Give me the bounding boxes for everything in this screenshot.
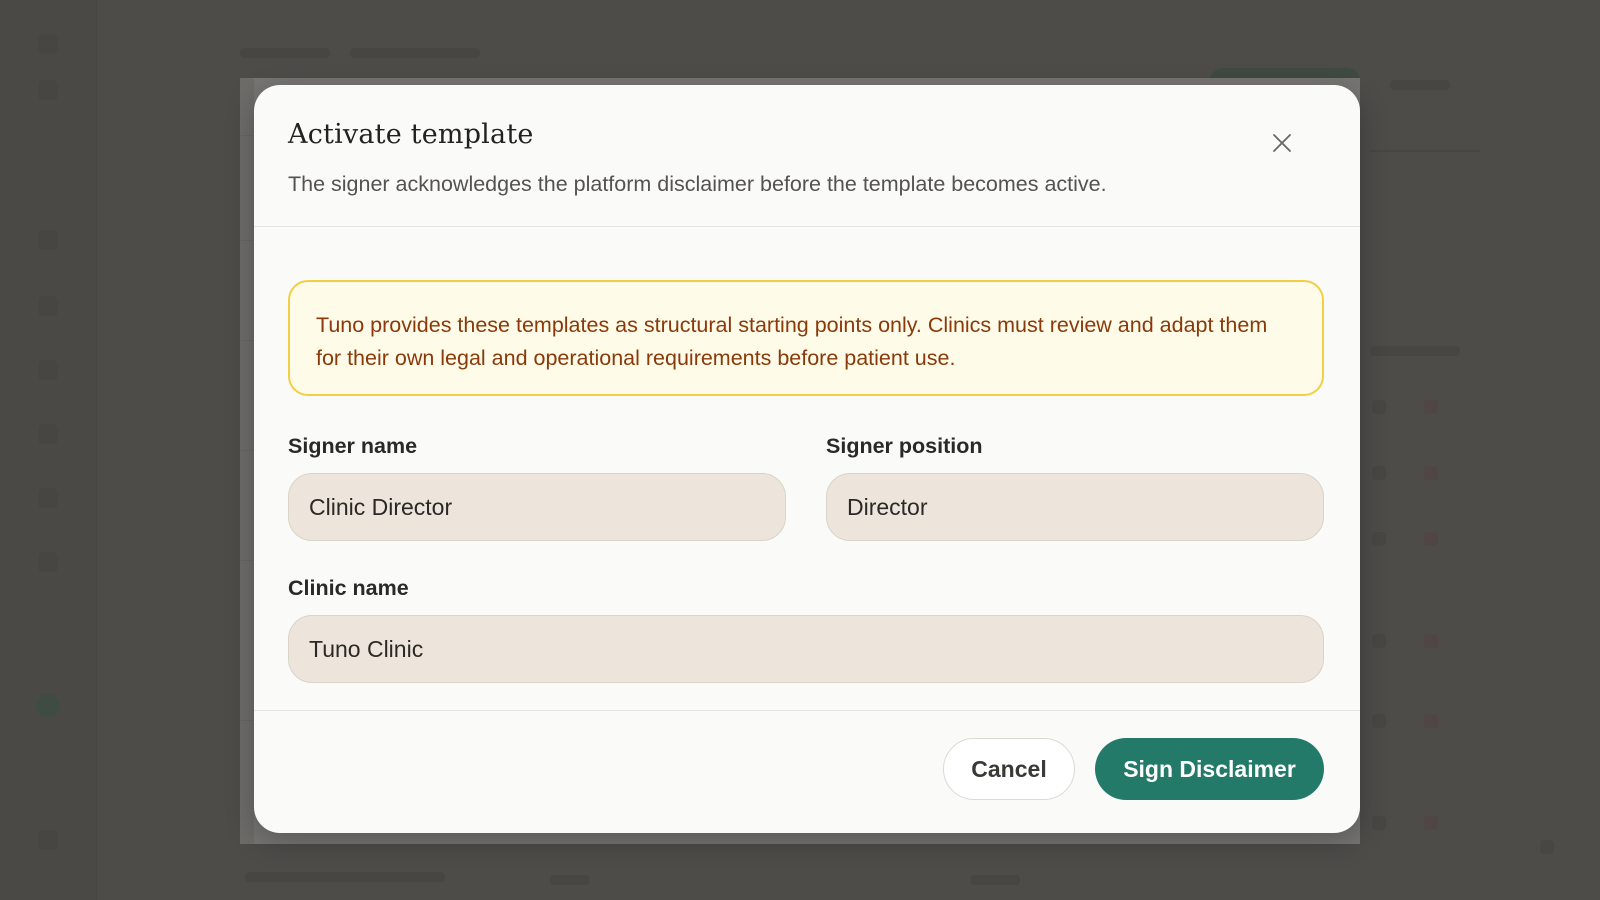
background-panel-edge — [240, 78, 254, 844]
background-row-icon — [1424, 634, 1438, 648]
background-nav-icon — [38, 230, 58, 250]
dialog-title: Activate template — [288, 119, 534, 150]
background-row-icon — [1372, 400, 1386, 414]
sign-disclaimer-button[interactable]: Sign Disclaimer — [1095, 738, 1324, 800]
clinic-name-input[interactable] — [288, 615, 1324, 683]
background-panel-line — [240, 340, 254, 341]
background-table-cell — [970, 875, 1020, 885]
background-nav-icon — [38, 424, 58, 444]
background-row-icon — [1372, 466, 1386, 480]
signer-name-label: Signer name — [288, 434, 418, 458]
background-table-cell — [550, 875, 590, 885]
signer-position-label: Signer position — [826, 434, 983, 458]
background-row-icon — [1424, 714, 1438, 728]
clinic-name-label: Clinic name — [288, 576, 409, 600]
activate-template-dialog: Activate template The signer acknowledge… — [254, 85, 1360, 833]
background-breadcrumb — [350, 48, 480, 58]
background-table-row — [245, 872, 445, 882]
background-panel-line — [240, 720, 254, 721]
background-column-header — [1370, 346, 1460, 356]
signer-name-input[interactable] — [288, 473, 786, 541]
disclaimer-text: Tuno provides these templates as structu… — [316, 313, 1268, 370]
background-row-icon — [1372, 816, 1386, 830]
background-nav-icon — [38, 296, 58, 316]
dialog-header: Activate template The signer acknowledge… — [254, 85, 1360, 227]
background-row-icon — [1372, 714, 1386, 728]
background-row-icon — [1424, 400, 1438, 414]
background-row-icon — [1424, 816, 1438, 830]
background-avatar — [36, 694, 60, 718]
background-link — [1390, 80, 1450, 90]
dialog-subtitle: The signer acknowledges the platform dis… — [288, 172, 1107, 196]
cancel-button[interactable]: Cancel — [943, 738, 1075, 800]
background-row-icon — [1424, 466, 1438, 480]
background-nav-icon — [38, 80, 58, 100]
background-row-icon — [1540, 840, 1554, 854]
background-breadcrumb — [240, 48, 330, 58]
background-row-icon — [1372, 532, 1386, 546]
footer-divider — [254, 710, 1360, 711]
signer-position-input[interactable] — [826, 473, 1324, 541]
background-panel-line — [240, 560, 254, 561]
background-sidebar — [0, 0, 97, 900]
background-row-icon — [1372, 634, 1386, 648]
disclaimer-notice: Tuno provides these templates as structu… — [288, 280, 1324, 396]
close-button[interactable] — [1266, 127, 1298, 159]
background-nav-icon — [38, 34, 58, 54]
background-row-icon — [1424, 532, 1438, 546]
background-nav-icon — [38, 552, 58, 572]
background-panel-line — [240, 135, 254, 136]
background-panel-line — [240, 240, 254, 241]
background-panel-line — [240, 450, 254, 451]
background-divider — [1370, 150, 1480, 152]
background-nav-icon — [38, 360, 58, 380]
background-nav-icon — [38, 488, 58, 508]
close-icon — [1273, 134, 1291, 152]
background-nav-icon — [38, 830, 58, 850]
